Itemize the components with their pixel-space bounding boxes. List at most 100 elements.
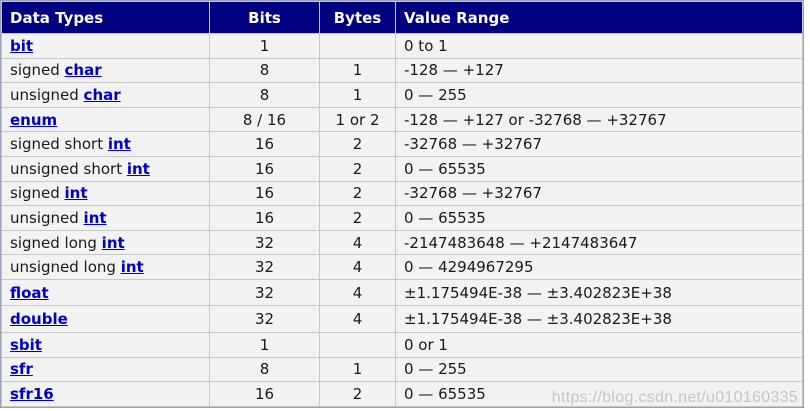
type-cell: sfr bbox=[1, 356, 210, 383]
type-keyword-link[interactable]: char bbox=[84, 86, 121, 104]
range-cell: ±1.175494E-38 — ±3.402823E+38 bbox=[395, 305, 803, 333]
table-row: signed char 8 1 -128 — +127 bbox=[1, 57, 803, 84]
range-cell: 0 to 1 bbox=[395, 33, 803, 59]
bytes-cell: 1 bbox=[319, 82, 396, 108]
bytes-cell: 1 bbox=[319, 57, 396, 84]
bytes-cell: 4 bbox=[319, 305, 396, 333]
header-bits: Bits bbox=[209, 1, 320, 34]
table-header-row: Data Types Bits Bytes Value Range bbox=[1, 1, 803, 34]
bits-cell: 32 bbox=[209, 305, 320, 333]
table-row: double 32 4 ±1.175494E-38 — ±3.402823E+3… bbox=[1, 305, 803, 333]
type-prefix: unsigned short bbox=[10, 159, 127, 178]
table-row: unsigned int 16 2 0 — 65535 bbox=[1, 205, 803, 231]
type-prefix: unsigned bbox=[10, 208, 84, 227]
type-keyword-link[interactable]: int bbox=[121, 258, 144, 276]
data-types-table: Data Types Bits Bytes Value Range bit 1 … bbox=[1, 1, 803, 407]
type-keyword-link[interactable]: char bbox=[65, 61, 102, 79]
bits-cell: 8 bbox=[209, 57, 320, 84]
range-cell: -128 — +127 or -32768 — +32767 bbox=[395, 106, 803, 133]
table-row: sfr16 16 2 0 — 65535 bbox=[1, 381, 803, 407]
table-row: sbit 1 0 or 1 bbox=[1, 331, 803, 358]
range-cell: 0 — 65535 bbox=[395, 381, 803, 407]
table-row: float 32 4 ±1.175494E-38 — ±3.402823E+38 bbox=[1, 278, 803, 307]
type-prefix: signed bbox=[10, 184, 65, 203]
bits-cell: 16 bbox=[209, 205, 320, 231]
type-cell: sbit bbox=[1, 331, 210, 358]
table-row: signed long int 32 4 -2147483648 — +2147… bbox=[1, 229, 803, 256]
type-keyword-link[interactable]: double bbox=[10, 310, 68, 328]
type-keyword-link[interactable]: bit bbox=[10, 37, 33, 55]
type-cell: signed long int bbox=[1, 229, 210, 256]
type-cell: sfr16 bbox=[1, 381, 210, 407]
bits-cell: 1 bbox=[209, 33, 320, 59]
type-prefix: unsigned bbox=[10, 85, 84, 104]
bytes-cell: 1 or 2 bbox=[319, 106, 396, 133]
range-cell: 0 or 1 bbox=[395, 331, 803, 358]
bits-cell: 32 bbox=[209, 229, 320, 256]
type-keyword-link[interactable]: int bbox=[108, 135, 131, 153]
type-keyword-link[interactable]: int bbox=[65, 184, 88, 202]
type-cell: unsigned short int bbox=[1, 155, 210, 182]
type-keyword-link[interactable]: enum bbox=[10, 111, 57, 129]
type-prefix: unsigned long bbox=[10, 258, 121, 277]
type-prefix: signed bbox=[10, 61, 65, 80]
range-cell: 0 — 255 bbox=[395, 356, 803, 383]
type-cell: unsigned char bbox=[1, 82, 210, 108]
table-row: unsigned char 8 1 0 — 255 bbox=[1, 82, 803, 108]
table-row: bit 1 0 to 1 bbox=[1, 33, 803, 59]
type-keyword-link[interactable]: sbit bbox=[10, 336, 42, 354]
type-cell: unsigned int bbox=[1, 205, 210, 231]
bits-cell: 16 bbox=[209, 381, 320, 407]
bytes-cell: 4 bbox=[319, 254, 396, 280]
header-bytes: Bytes bbox=[319, 1, 396, 34]
type-keyword-link[interactable]: int bbox=[102, 234, 125, 252]
type-keyword-link[interactable]: sfr bbox=[10, 360, 33, 378]
type-cell: unsigned long int bbox=[1, 254, 210, 280]
bits-cell: 8 bbox=[209, 82, 320, 108]
type-keyword-link[interactable]: int bbox=[84, 209, 107, 227]
bytes-cell: 2 bbox=[319, 381, 396, 407]
type-prefix: signed short bbox=[10, 135, 108, 154]
table-row: signed int 16 2 -32768 — +32767 bbox=[1, 180, 803, 207]
type-cell: signed int bbox=[1, 180, 210, 207]
bits-cell: 32 bbox=[209, 254, 320, 280]
header-data-types: Data Types bbox=[1, 1, 210, 34]
range-cell: -32768 — +32767 bbox=[395, 131, 803, 157]
bits-cell: 16 bbox=[209, 131, 320, 157]
header-value-range: Value Range bbox=[395, 1, 803, 34]
range-cell: 0 — 65535 bbox=[395, 205, 803, 231]
table-row: enum 8 / 16 1 or 2 -128 — +127 or -32768… bbox=[1, 106, 803, 133]
table-row: unsigned short int 16 2 0 — 65535 bbox=[1, 155, 803, 182]
range-cell: 0 — 4294967295 bbox=[395, 254, 803, 280]
table-row: sfr 8 1 0 — 255 bbox=[1, 356, 803, 383]
bytes-cell: 2 bbox=[319, 180, 396, 207]
range-cell: -2147483648 — +2147483647 bbox=[395, 229, 803, 256]
type-cell: float bbox=[1, 278, 210, 307]
bits-cell: 8 / 16 bbox=[209, 106, 320, 133]
bits-cell: 16 bbox=[209, 155, 320, 182]
bytes-cell: 2 bbox=[319, 131, 396, 157]
type-prefix: signed long bbox=[10, 233, 102, 252]
bytes-cell: 4 bbox=[319, 229, 396, 256]
type-keyword-link[interactable]: float bbox=[10, 284, 49, 302]
type-keyword-link[interactable]: sfr16 bbox=[10, 385, 54, 403]
bytes-cell: 4 bbox=[319, 278, 396, 307]
type-cell: double bbox=[1, 305, 210, 333]
bits-cell: 32 bbox=[209, 278, 320, 307]
bits-cell: 16 bbox=[209, 180, 320, 207]
bits-cell: 1 bbox=[209, 331, 320, 358]
range-cell: 0 — 65535 bbox=[395, 155, 803, 182]
bytes-cell bbox=[319, 331, 396, 358]
type-cell: bit bbox=[1, 33, 210, 59]
range-cell: -128 — +127 bbox=[395, 57, 803, 84]
bytes-cell: 1 bbox=[319, 356, 396, 383]
type-keyword-link[interactable]: int bbox=[127, 160, 150, 178]
type-cell: enum bbox=[1, 106, 210, 133]
bits-cell: 8 bbox=[209, 356, 320, 383]
range-cell: -32768 — +32767 bbox=[395, 180, 803, 207]
table-row: signed short int 16 2 -32768 — +32767 bbox=[1, 131, 803, 157]
type-cell: signed char bbox=[1, 57, 210, 84]
bytes-cell: 2 bbox=[319, 155, 396, 182]
type-cell: signed short int bbox=[1, 131, 210, 157]
bytes-cell bbox=[319, 33, 396, 59]
